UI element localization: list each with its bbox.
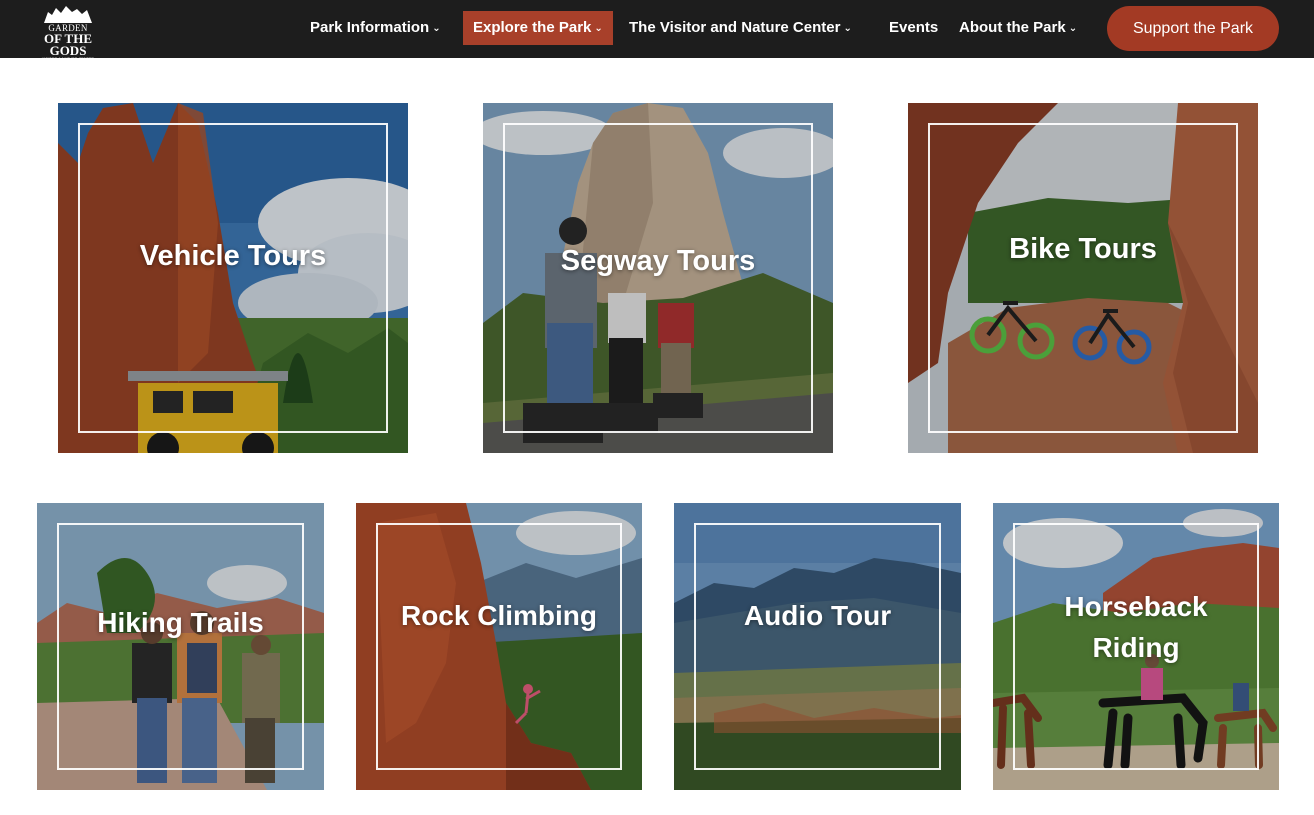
card-frame <box>694 523 941 770</box>
nav-label: About the Park <box>959 19 1066 36</box>
card-frame <box>78 123 388 433</box>
card-horseback-riding[interactable]: Horseback Riding <box>993 503 1279 790</box>
chevron-down-icon: ⌄ <box>432 23 441 34</box>
card-title: Audio Tour <box>743 600 892 631</box>
card-title: Horseback Riding <box>1064 591 1208 663</box>
card-title: Bike Tours <box>1009 233 1157 265</box>
card-bike-tours[interactable]: Bike Tours <box>908 103 1258 453</box>
nav-about-the-park[interactable]: About the Park ⌄ <box>959 11 1077 45</box>
logo-line-3: VISITOR & NATURE CENTER <box>41 57 95 61</box>
rock-formation-logo-icon <box>44 6 92 23</box>
nav-label: Events <box>889 19 939 36</box>
nav-label: Park Information <box>310 19 430 36</box>
site-logo[interactable]: GARDEN OF THE GODS VISITOR & NATURE CENT… <box>40 4 96 61</box>
card-frame <box>376 523 622 770</box>
card-frame <box>928 123 1238 433</box>
nav-label: The Visitor and Nature Center <box>629 19 841 36</box>
card-title: Rock Climbing <box>400 600 597 631</box>
nav-visitor-and-nature-center[interactable]: The Visitor and Nature Center ⌄ <box>629 11 852 45</box>
card-hiking-trails[interactable]: Hiking Trails <box>37 503 324 790</box>
nav-label: Explore the Park <box>473 19 592 36</box>
card-title: Segway Tours <box>560 245 756 277</box>
nav-events[interactable]: Events <box>889 11 938 45</box>
site-header: GARDEN OF THE GODS VISITOR & NATURE CENT… <box>0 0 1314 61</box>
nav-park-information[interactable]: Park Information ⌄ <box>310 11 441 45</box>
card-frame <box>57 523 304 770</box>
card-segway-tours[interactable]: Segway Tours <box>483 103 833 453</box>
card-audio-tour[interactable]: Audio Tour <box>674 503 961 790</box>
card-title: Vehicle Tours <box>139 240 327 272</box>
chevron-down-icon: ⌄ <box>843 23 852 34</box>
card-rock-climbing[interactable]: Rock Climbing <box>356 503 642 790</box>
logo-line-2: OF THE GODS <box>43 31 93 58</box>
card-vehicle-tours[interactable]: Vehicle Tours <box>58 103 408 453</box>
support-the-park-button[interactable]: Support the Park <box>1107 6 1279 51</box>
nav-explore-the-park[interactable]: Explore the Park ⌄ <box>463 11 613 45</box>
card-title: Hiking Trails <box>97 607 264 638</box>
chevron-down-icon: ⌄ <box>1068 23 1078 34</box>
chevron-down-icon: ⌄ <box>594 23 603 34</box>
